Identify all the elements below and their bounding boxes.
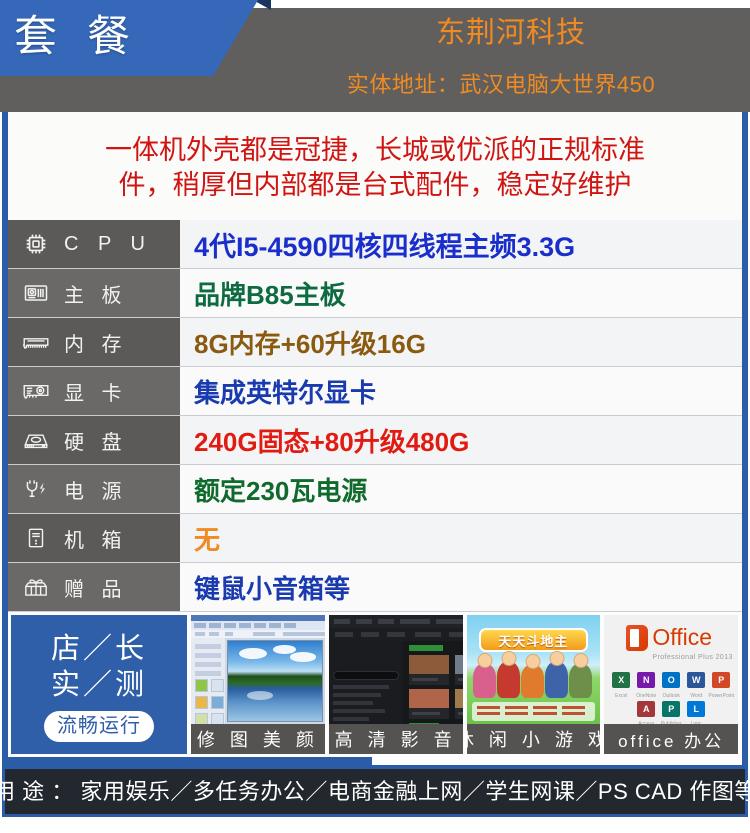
landlord-game-screenshot: 天天斗地主: [466, 615, 601, 724]
table-row: 硬 盘 240G固态+80升级480G: [8, 416, 742, 465]
spec-label-cell: 赠 品: [8, 563, 180, 611]
spec-label-text: 电 源: [64, 480, 128, 503]
photo-editor-screenshot: [191, 615, 325, 724]
game-info-strip: [471, 702, 595, 721]
case-icon: [8, 524, 64, 552]
office-app-tile: P: [712, 671, 731, 688]
office-app-tile: W: [687, 671, 706, 688]
table-row: 内 存 8G内存+60升级16G: [8, 318, 742, 367]
harddisk-icon: [8, 426, 64, 454]
spec-value-text: 集成英特尔显卡: [194, 377, 377, 408]
power-icon: [8, 475, 64, 503]
spec-value-text: 240G固态+80升级480G: [194, 426, 470, 457]
thumbnail-video-player[interactable]: 高 清 影 音: [328, 615, 463, 754]
store-address: 实体地址：武汉电脑大世界450: [346, 72, 656, 97]
thumbnail-photo-editing[interactable]: 修 图 美 颜: [191, 615, 325, 754]
owner-test-panel: 店／长 实／测 流畅运行: [11, 615, 187, 754]
spec-card: 一体机外壳都是冠捷，长城或优派的正规标准 件，稍厚但内部都是台式配件，稳定好维护…: [2, 112, 748, 765]
gpu-icon: [8, 377, 64, 405]
smooth-run-badge: 流畅运行: [44, 711, 154, 742]
spec-label-cell: 主 板: [8, 269, 180, 317]
spec-value-cell: 键鼠小音箱等: [180, 563, 742, 611]
office-app-tile: O: [662, 671, 681, 688]
office-app-tile: X: [612, 671, 631, 688]
office-app-label: Publisher: [660, 720, 682, 724]
office-app-label: PowerPoint: [708, 693, 735, 700]
gift-icon: [8, 573, 64, 601]
spec-label-cell: 显 卡: [8, 367, 180, 415]
office-app-label: Word: [690, 693, 703, 700]
spec-value-cell: 无: [180, 514, 742, 562]
spec-label-text: C P U: [64, 232, 152, 255]
spec-label-text: 赠 品: [64, 578, 128, 601]
spec-label-text: 内 存: [64, 333, 128, 356]
company-name: 东荆河科技: [435, 17, 586, 49]
spec-value-text: 品牌B85主板: [194, 279, 346, 310]
table-row: C P U 4代I5-4590四核四线程主频3.3G: [8, 220, 742, 269]
office-app-tile: N: [637, 671, 656, 688]
table-row: 显 卡 集成英特尔显卡: [8, 367, 742, 416]
thumbnail-office[interactable]: Office Professional Plus 2013 X N O W P …: [604, 615, 738, 754]
spec-value-text: 无: [194, 524, 221, 555]
office-wordmark: Office: [652, 623, 713, 650]
office-app-label: Access: [638, 720, 655, 724]
spec-label-text: 主 板: [64, 284, 128, 307]
blurb-line-1: 一体机外壳都是冠捷，长城或优派的正规标准: [105, 135, 645, 165]
spec-value-cell: 240G固态+80升级480G: [180, 416, 742, 464]
office-logo-icon: [625, 624, 648, 651]
spec-label-cell: 电 源: [8, 465, 180, 513]
thumbnail-caption: 修 图 美 颜: [191, 724, 325, 754]
promo-page: 套 餐 东荆河科技 实体地址：武汉电脑大世界450 一体机外壳都是冠捷，长城或优…: [0, 0, 750, 833]
thumbnail-casual-game[interactable]: 天天斗地主 休 闲 小 游 戏: [466, 615, 601, 754]
table-row: 赠 品 键鼠小音箱等: [8, 563, 742, 612]
spec-value-cell: 4代I5-4590四核四线程主频3.3G: [180, 220, 742, 268]
office-app-label: Outlook: [662, 693, 680, 700]
spec-value-text: 8G内存+60升级16G: [194, 328, 426, 359]
game-banner-title: 天天斗地主: [478, 628, 589, 653]
spec-label-cell: 内 存: [8, 318, 180, 366]
owner-test-line-2: 实／测: [50, 669, 147, 701]
table-row: 主 板 品牌B85主板: [8, 269, 742, 318]
spec-value-text: 键鼠小音箱等: [194, 573, 351, 604]
office-app-tile: L: [687, 701, 706, 718]
thumbnail-caption: 休 闲 小 游 戏: [466, 724, 601, 754]
spec-value-cell: 集成英特尔显卡: [180, 367, 742, 415]
motherboard-icon: [8, 279, 64, 307]
spec-row-list: C P U 4代I5-4590四核四线程主频3.3G 主 板 品牌B85主板 内…: [8, 220, 742, 612]
bottom-spacer: [0, 817, 750, 833]
usage-text: 用 途 ： 家用娱乐／多任务办公／电商金融上网／学生网课／PS CAD 作图等: [0, 778, 750, 804]
blurb-line-2: 件，稍厚但内部都是台式配件，稳定好维护: [118, 170, 632, 200]
spec-label-text: 硬 盘: [64, 431, 128, 454]
spec-value-cell: 额定230瓦电源: [180, 465, 742, 513]
description-blurb: 一体机外壳都是冠捷，长城或优派的正规标准 件，稍厚但内部都是台式配件，稳定好维护: [8, 112, 742, 220]
spec-value-cell: 8G内存+60升级16G: [180, 318, 742, 366]
spec-label-text: 机 箱: [64, 529, 128, 552]
table-row: 电 源 额定230瓦电源: [8, 465, 742, 514]
video-player-screenshot: [328, 615, 463, 724]
spec-label-text: 显 卡: [64, 382, 128, 405]
office-edition-text: Professional Plus 2013: [652, 654, 733, 662]
office-app-label: Lync: [691, 720, 702, 724]
page-footer: 用 途 ： 家用娱乐／多任务办公／电商金融上网／学生网课／PS CAD 作图等: [0, 765, 750, 817]
page-header: 套 餐 东荆河科技 实体地址：武汉电脑大世界450: [0, 0, 750, 112]
spec-value-text: 4代I5-4590四核四线程主频3.3G: [194, 231, 576, 262]
ram-icon: [8, 328, 64, 356]
spec-label-cell: 硬 盘: [8, 416, 180, 464]
owner-test-line-1: 店／长: [50, 633, 147, 665]
page-title: 套 餐: [14, 13, 139, 61]
spec-label-cell: C P U: [8, 220, 180, 268]
office-app-label: Excel: [615, 693, 628, 700]
spec-label-cell: 机 箱: [8, 514, 180, 562]
office-screenshot: Office Professional Plus 2013 X N O W P …: [604, 615, 738, 724]
thumbnail-caption: 高 清 影 音: [328, 724, 463, 754]
office-app-tile: P: [662, 701, 681, 718]
table-row: 机 箱 无: [8, 514, 742, 563]
spec-value-cell: 品牌B85主板: [180, 269, 742, 317]
showcase-strip: 店／长 实／测 流畅运行 修 图 美 颜 高 清 影 音 天天斗地主 闲 小 游…: [8, 612, 742, 757]
office-app-label: OneNote: [636, 693, 657, 700]
thumbnail-caption: office 办公: [604, 724, 738, 754]
cpu-icon: [8, 230, 64, 258]
office-app-tile: A: [637, 701, 656, 718]
spec-value-text: 额定230瓦电源: [194, 475, 368, 506]
